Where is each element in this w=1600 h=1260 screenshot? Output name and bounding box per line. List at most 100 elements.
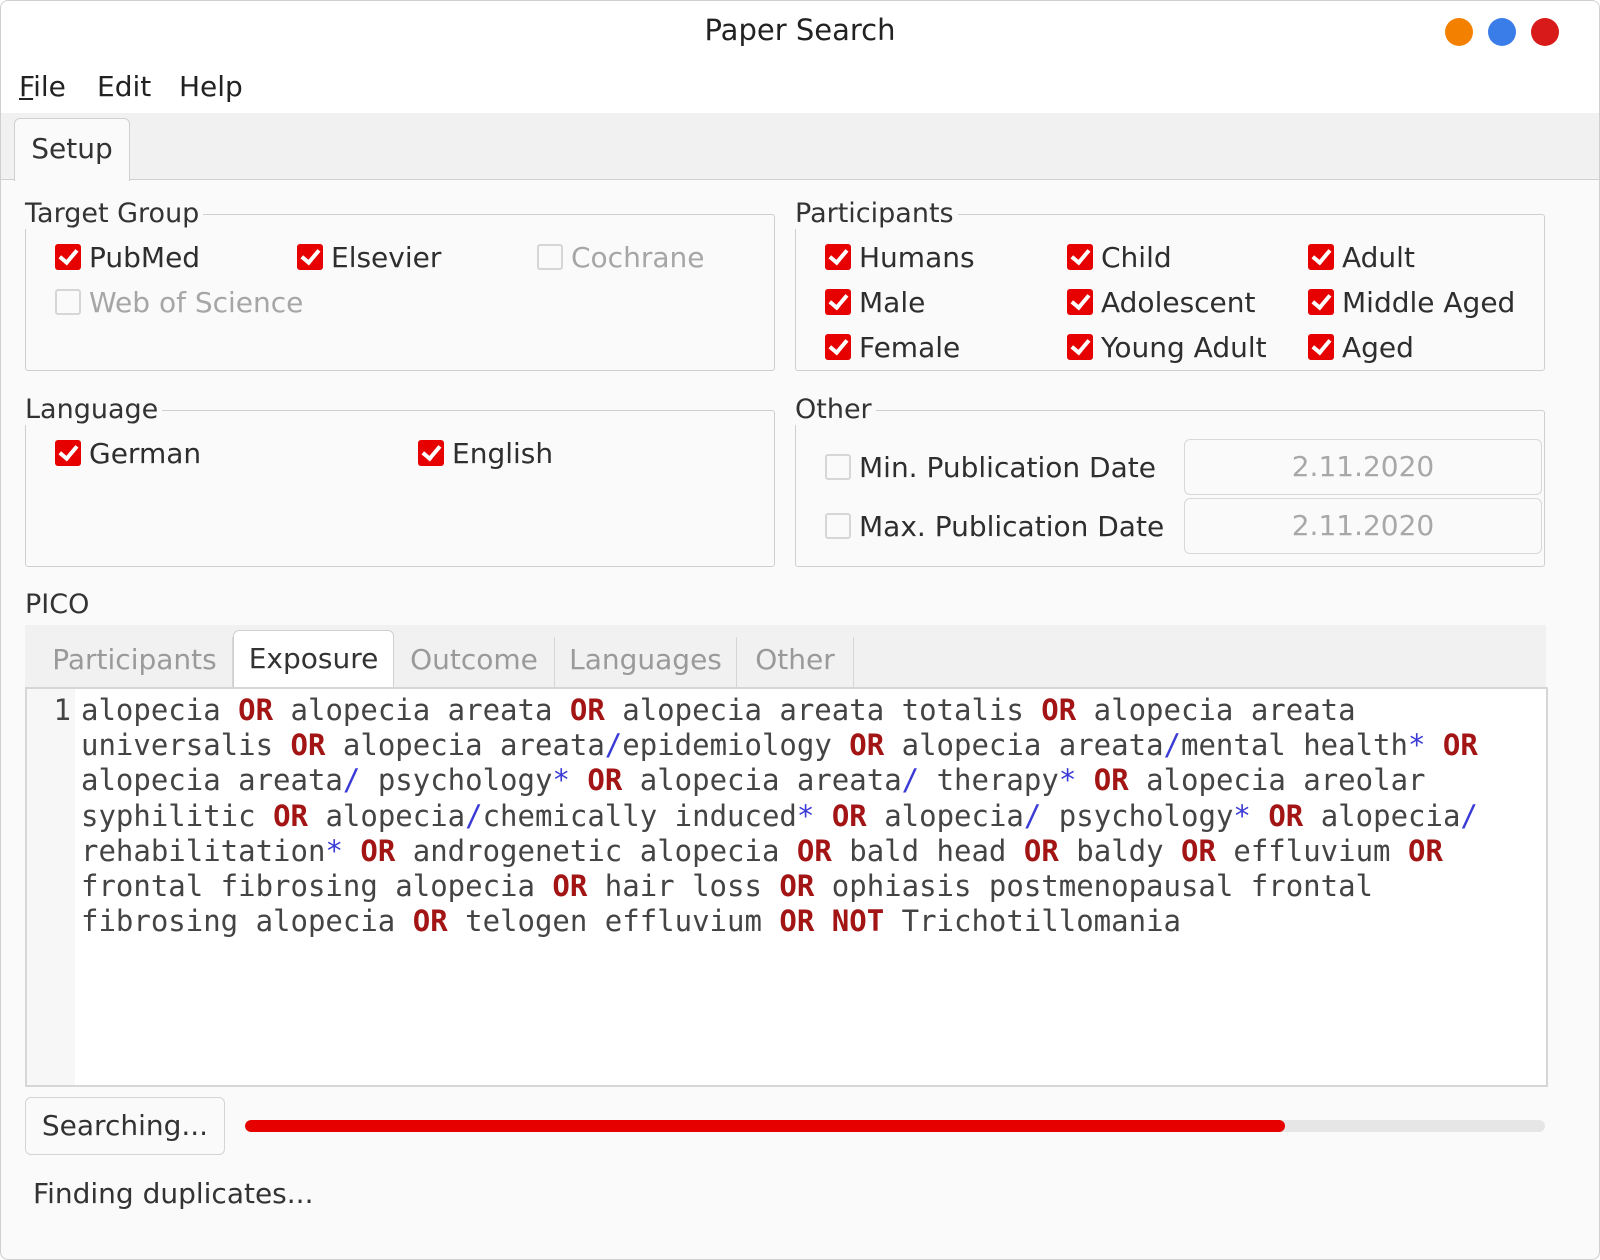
tab-outcome[interactable]: Outcome — [394, 637, 555, 689]
checkbox-max-publication-date-label: Max. Publication Date — [859, 510, 1165, 543]
tab-setup[interactable]: Setup — [14, 118, 130, 181]
query-term: psychology — [1041, 798, 1234, 833]
tab-other[interactable]: Other — [737, 637, 854, 689]
query-symbol: / — [901, 763, 920, 798]
checkbox-english-box[interactable] — [418, 440, 444, 466]
query-term: alopecia areata — [273, 693, 570, 727]
query-symbol: * — [1233, 798, 1251, 833]
query-term: androgenetic alopecia — [395, 833, 797, 868]
menu-file[interactable]: File — [19, 70, 66, 103]
query-operator: OR — [779, 869, 815, 904]
checkbox-middle-aged-box[interactable] — [1308, 289, 1334, 315]
checkbox-aged-box[interactable] — [1308, 334, 1334, 360]
query-term: chemically induced — [482, 798, 797, 833]
minimize-button[interactable] — [1445, 18, 1473, 46]
checkbox-max-publication-date-box[interactable] — [825, 513, 851, 539]
query-term: epidemiology — [622, 728, 850, 763]
query-term — [1251, 799, 1268, 833]
query-term: psychology — [360, 763, 553, 798]
menu-file-mnemonic: F — [19, 70, 34, 103]
query-operator: OR — [360, 833, 396, 868]
participants-label: Participants — [795, 198, 958, 229]
query-operator: OR — [1407, 833, 1443, 868]
status-text: Finding duplicates... — [33, 1177, 314, 1210]
checkbox-adult-box[interactable] — [1308, 244, 1334, 270]
query-term: bald head — [831, 833, 1024, 868]
query-operator: OR — [1268, 798, 1304, 833]
query-term: alopecia — [81, 693, 239, 727]
checkbox-german-box[interactable] — [55, 440, 81, 466]
checkbox-aged-label: Aged — [1342, 331, 1414, 364]
checkbox-elsevier-label: Elsevier — [331, 241, 442, 274]
checkbox-child-box[interactable] — [1067, 244, 1093, 270]
checkbox-humans-box[interactable] — [825, 244, 851, 270]
query-operator: OR — [1442, 728, 1478, 763]
query-term — [570, 763, 587, 797]
tab-participants[interactable]: Participants — [37, 637, 233, 689]
query-term: alopecia — [1303, 798, 1461, 833]
query-operator: OR — [831, 798, 867, 833]
tab-exposure[interactable]: Exposure — [233, 630, 394, 690]
checkbox-min-publication-date-box[interactable] — [825, 454, 851, 480]
menu-edit-label: Edit — [97, 70, 152, 103]
min-publication-date-field[interactable]: 2.11.2020 — [1184, 439, 1542, 495]
checkbox-min-publication-date-label: Min. Publication Date — [859, 451, 1156, 484]
checkbox-cochrane-label: Cochrane — [571, 241, 705, 274]
checkbox-pubmed-label: PubMed — [89, 241, 201, 274]
close-button[interactable] — [1531, 18, 1559, 46]
other-label: Other — [795, 394, 876, 425]
checkbox-adolescent-label: Adolescent — [1101, 286, 1256, 319]
checkbox-german-label: German — [89, 437, 202, 470]
query-term: hair loss — [587, 869, 780, 904]
checkbox-web-of-science-label: Web of Science — [89, 286, 304, 319]
menu-bar: File Edit Help — [1, 61, 1599, 113]
query-term: alopecia — [307, 798, 466, 833]
query-symbol: / — [342, 763, 361, 798]
checkbox-female-box[interactable] — [825, 334, 851, 360]
query-operator: NOT — [831, 904, 885, 939]
checkbox-pubmed-box[interactable] — [55, 244, 81, 270]
query-operator: OR — [1093, 763, 1129, 798]
query-term: frontal fibrosing alopecia — [81, 869, 553, 904]
tab-languages[interactable]: Languages — [555, 637, 737, 689]
maximize-button[interactable] — [1488, 18, 1516, 46]
line-number: 1 — [53, 693, 71, 727]
query-text[interactable]: alopecia OR alopecia areata OR alopecia … — [81, 693, 1531, 939]
query-symbol: / — [604, 728, 623, 763]
menu-help[interactable]: Help — [179, 70, 243, 103]
query-term: baldy — [1058, 833, 1181, 868]
query-operator: OR — [1181, 833, 1216, 868]
query-operator: OR — [849, 728, 885, 763]
query-term: telogen effluvium — [447, 904, 780, 939]
query-operator: OR — [1023, 833, 1059, 868]
query-term: rehabilitation — [81, 833, 326, 868]
query-symbol: * — [1058, 763, 1077, 798]
query-term: mental health — [1181, 728, 1408, 763]
query-symbol: * — [552, 763, 570, 798]
language-label: Language — [25, 394, 163, 425]
query-term: effluvium — [1215, 833, 1408, 868]
window-title: Paper Search — [704, 13, 896, 47]
query-operator: OR — [412, 904, 448, 939]
query-operator: OR — [1041, 693, 1077, 727]
checkbox-young-adult-box[interactable] — [1067, 334, 1093, 360]
search-button[interactable]: Searching... — [25, 1097, 225, 1155]
checkbox-elsevier-box[interactable] — [297, 244, 323, 270]
checkbox-cochrane-box — [537, 244, 563, 270]
checkbox-female-label: Female — [859, 331, 961, 364]
query-operator: OR — [569, 693, 605, 727]
max-publication-date-field[interactable]: 2.11.2020 — [1184, 498, 1542, 554]
query-symbol: / — [1460, 798, 1478, 833]
query-term — [343, 834, 360, 868]
query-symbol: / — [465, 798, 483, 833]
query-operator: OR — [796, 833, 832, 868]
checkbox-male-box[interactable] — [825, 289, 851, 315]
menu-edit[interactable]: Edit — [97, 70, 151, 103]
checkbox-adult-label: Adult — [1342, 241, 1415, 274]
query-term — [1425, 728, 1442, 762]
checkbox-adolescent-box[interactable] — [1067, 289, 1093, 315]
query-editor[interactable]: 1 alopecia OR alopecia areata OR alopeci… — [25, 687, 1548, 1087]
query-symbol: / — [1163, 728, 1181, 763]
target-group-label: Target Group — [25, 198, 204, 229]
query-term: alopecia areata — [325, 728, 605, 763]
